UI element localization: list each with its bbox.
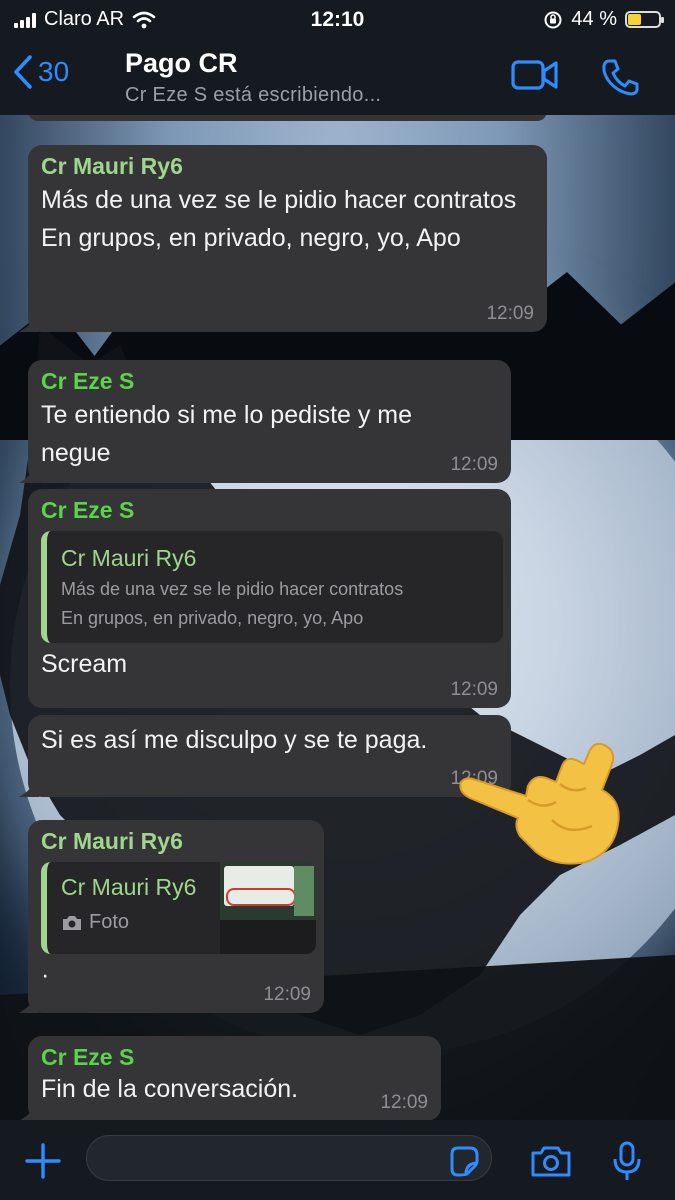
phone-call-icon[interactable] [600,58,640,96]
message-text: Más de una vez se le pidio hacer contrat… [41,186,517,252]
message-sender: Cr Eze S [41,1044,135,1070]
message-text: Scream [41,650,128,678]
message-sender: Cr Eze S [41,368,135,394]
message-list[interactable]: Cr Mauri Ry6 Más de una vez se le pidio … [0,101,675,1121]
message-bubble-reply[interactable]: Cr Eze S Cr Mauri Ry6 Más de una vez se … [28,489,511,708]
orientation-lock-icon [544,11,562,28]
message-bubble[interactable]: Cr Mauri Ry6 Más de una vez se le pidio … [28,145,547,332]
quoted-photo-thumbnail [220,862,316,954]
chat-title[interactable]: Pago CR [125,48,238,79]
message-time: 12:09 [263,984,311,1005]
camera-button-icon[interactable] [530,1144,572,1178]
message-time: 12:09 [486,303,534,324]
quoted-sender: Cr Mauri Ry6 [61,545,197,571]
message-input[interactable] [86,1135,492,1181]
message-time: 12:09 [450,679,498,700]
status-bar: Claro AR 12:10 44 % [0,0,675,40]
horns-hand-emoji [459,742,620,865]
message-bubble-reply[interactable]: Cr Mauri Ry6 Cr Mauri Ry6 Foto · 12:09 [28,820,324,1013]
battery-level-fill [628,14,641,25]
message-sender: Cr Mauri Ry6 [41,828,183,854]
sticker-icon[interactable] [447,1144,481,1178]
quoted-message[interactable]: Cr Mauri Ry6 Más de una vez se le pidio … [41,531,503,643]
message-bubble[interactable]: Cr Eze S Te entiendo si me lo pediste y … [28,360,511,483]
quoted-message[interactable]: Cr Mauri Ry6 Foto [41,862,316,954]
quoted-text: Más de una vez se le pidio hacer contrat… [61,579,404,628]
microphone-icon[interactable] [611,1140,643,1182]
message-text: Fin de la conversación. [41,1075,299,1103]
message-bubble[interactable]: Si es así me disculpo y se te paga. 12:0… [28,715,511,797]
typing-status: Cr Eze S está escribiendo... [125,84,382,106]
message-time: 12:09 [450,454,498,475]
back-button[interactable]: 30 [12,54,69,90]
chat-header: 30 Pago CR Cr Eze S está escribiendo... [0,40,675,115]
message-sender: Cr Mauri Ry6 [41,153,183,179]
back-chevron-icon [14,55,32,89]
message-text: Te entiendo si me lo pediste y me negue [41,401,413,467]
quoted-media-label: Foto [89,911,130,933]
battery-icon [625,11,664,28]
message-bubble[interactable]: Cr Eze S Fin de la conversación. 12:09 [28,1036,441,1121]
plus-icon[interactable] [24,1142,62,1180]
message-sender: Cr Eze S [41,497,135,523]
battery-percent: 44 % [571,8,617,30]
video-call-icon[interactable] [511,58,559,92]
composer-bar [0,1120,675,1200]
message-text: Si es así me disculpo y se te paga. [41,726,428,754]
camera-icon [63,915,81,930]
message-time: 12:09 [380,1092,428,1113]
back-unread-count: 30 [38,56,70,87]
